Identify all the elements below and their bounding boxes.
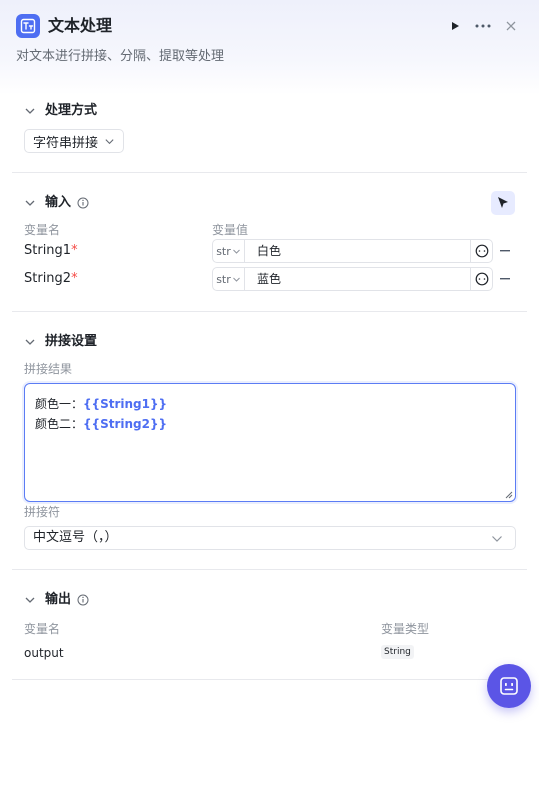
input-col-value-header: 变量值 xyxy=(212,223,249,237)
minus-icon xyxy=(500,278,510,280)
output-var-name: output xyxy=(24,646,64,660)
variable-reference-icon xyxy=(475,244,488,258)
divider xyxy=(12,569,527,570)
input-var-value-field[interactable]: str 白色 xyxy=(212,239,493,263)
run-button[interactable] xyxy=(446,17,464,35)
var-value-text[interactable]: 白色 xyxy=(257,243,281,259)
close-icon xyxy=(506,21,516,31)
select-cursor-button[interactable] xyxy=(491,191,515,215)
variable-reference-icon xyxy=(475,272,488,286)
text-processing-panel: 文本处理 对文本进行拼接、分隔、提取等处理 处理方式 字符串拼接 输入 变量名 … xyxy=(0,0,539,812)
concat-section-title: 拼接设置 xyxy=(45,334,98,349)
remove-row-button[interactable] xyxy=(500,246,510,256)
output-section-header[interactable]: 输出 xyxy=(24,591,89,609)
text-processing-app-icon xyxy=(16,14,40,38)
chevron-down-icon xyxy=(232,249,240,254)
chevron-down-icon xyxy=(232,277,240,282)
info-icon[interactable] xyxy=(77,594,89,606)
separator-select[interactable]: 中文逗号（，） xyxy=(24,526,516,550)
processing-mode-value: 字符串拼接 xyxy=(33,135,99,151)
concat-section-header[interactable]: 拼接设置 xyxy=(24,333,97,351)
info-icon[interactable] xyxy=(77,197,89,209)
chevron-down-icon xyxy=(105,138,114,144)
template-variable: {{String1}} xyxy=(83,397,168,411)
separator-label: 拼接符 xyxy=(24,505,61,519)
panel-header: 文本处理 xyxy=(16,14,523,40)
input-var-name: String1* xyxy=(24,243,78,258)
remove-row-button[interactable] xyxy=(500,274,510,284)
var-value-text[interactable]: 蓝色 xyxy=(257,271,281,287)
required-marker: * xyxy=(71,243,78,258)
chevron-down-icon xyxy=(492,536,502,542)
divider xyxy=(12,679,527,680)
more-button[interactable] xyxy=(474,17,492,35)
input-var-value-field[interactable]: str 蓝色 xyxy=(212,267,493,291)
output-section-title: 输出 xyxy=(45,592,72,607)
more-dots-icon xyxy=(475,24,491,28)
output-col-type-header: 变量类型 xyxy=(381,622,430,636)
cursor-arrow-icon xyxy=(498,197,508,208)
template-line: 颜色一：{{String1}} xyxy=(35,397,168,411)
panel-subtitle: 对文本进行拼接、分隔、提取等处理 xyxy=(16,49,225,64)
required-marker: * xyxy=(71,271,78,286)
input-col-name-header: 变量名 xyxy=(24,223,61,237)
concat-template-textarea[interactable]: 颜色一：{{String1}} 颜色二：{{String2}} xyxy=(24,383,516,502)
close-button[interactable] xyxy=(502,17,520,35)
mode-section-header[interactable]: 处理方式 xyxy=(24,102,97,120)
separator-value: 中文逗号（，） xyxy=(33,530,118,545)
robot-assistant-icon xyxy=(500,677,518,695)
input-section-title: 输入 xyxy=(45,195,72,210)
divider xyxy=(12,172,527,173)
output-type-badge: String xyxy=(381,645,414,659)
resize-handle-icon[interactable] xyxy=(505,491,513,499)
chevron-down-icon xyxy=(25,597,35,603)
processing-mode-select[interactable]: 字符串拼接 xyxy=(24,129,125,153)
var-type-select[interactable]: str xyxy=(213,268,245,290)
panel-title: 文本处理 xyxy=(48,16,113,35)
input-var-name: String2* xyxy=(24,271,78,286)
assistant-fab-button[interactable] xyxy=(487,664,531,708)
template-variable: {{String2}} xyxy=(83,417,168,431)
chevron-down-icon xyxy=(25,200,35,206)
var-reference-button[interactable] xyxy=(470,268,492,290)
mode-section-title: 处理方式 xyxy=(45,103,98,118)
chevron-down-icon xyxy=(25,339,35,345)
output-col-name-header: 变量名 xyxy=(24,622,61,636)
input-section-header[interactable]: 输入 xyxy=(24,194,89,212)
divider xyxy=(12,311,527,312)
concat-result-label: 拼接结果 xyxy=(24,362,73,376)
play-icon xyxy=(452,22,459,30)
var-type-select[interactable]: str xyxy=(213,240,245,262)
var-reference-button[interactable] xyxy=(470,240,492,262)
minus-icon xyxy=(500,250,510,252)
template-line: 颜色二：{{String2}} xyxy=(35,417,168,431)
chevron-down-icon xyxy=(25,108,35,114)
